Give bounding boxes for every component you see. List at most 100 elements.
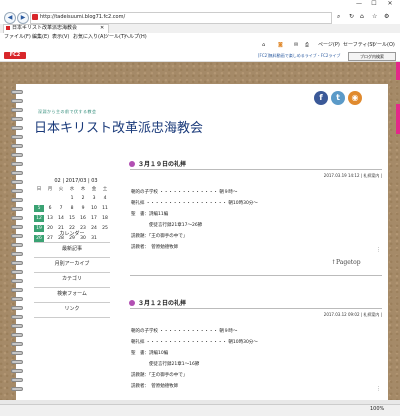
menu-favorites[interactable]: お気に入り(A) <box>73 33 105 41</box>
article-body-line: 説教者： 菅原勉德牧師 <box>131 245 179 250</box>
article-title[interactable]: ３月１２日の礼拝 <box>138 298 186 307</box>
calendar-day[interactable]: 17 <box>89 215 99 222</box>
binder-ring <box>11 207 23 211</box>
calendar-day[interactable]: 3 <box>89 195 99 202</box>
site-favicon <box>32 14 38 20</box>
calendar-day <box>56 195 66 202</box>
calendar-day[interactable]: 12 <box>34 215 44 222</box>
binder-ring <box>11 306 23 310</box>
tab-close-icon[interactable]: ✕ <box>100 25 104 31</box>
favorites-star-icon[interactable]: ☆ <box>372 13 377 20</box>
calendar-dow: 火 <box>58 187 64 192</box>
calendar-day[interactable]: 9 <box>78 205 88 212</box>
safety-menu[interactable]: セーフティ(S) <box>343 42 374 49</box>
binder-ring <box>11 225 23 229</box>
calendar-day[interactable]: 14 <box>56 215 66 222</box>
binder-ring <box>11 135 23 139</box>
calendar-day[interactable]: 1 <box>67 195 77 202</box>
binder-ring <box>11 333 23 337</box>
calendar-dow: 月 <box>47 187 53 192</box>
twitter-icon[interactable]: t <box>331 91 345 105</box>
article-body-line: 朝礼拝 ・・・・・・・・・・・・・・・・・・ 朝10時30分〜 <box>131 340 258 345</box>
article-body-line: 説教題：「王の御手の中で」 <box>131 234 188 239</box>
binder-ring <box>11 162 23 166</box>
calendar-day[interactable]: 18 <box>100 215 110 222</box>
calendar-day[interactable]: 4 <box>100 195 110 202</box>
rss-icon[interactable]: ◉ <box>348 91 362 105</box>
calendar-day[interactable]: 2 <box>78 195 88 202</box>
calendar-day[interactable]: 11 <box>100 205 110 212</box>
fc2-logo[interactable]: FC2 <box>4 52 26 59</box>
calendar-header[interactable]: 02 | 2017/03 | 03 <box>40 178 112 184</box>
tab-favicon <box>6 26 10 30</box>
article-edit-icon[interactable]: ⋮ <box>376 247 381 253</box>
article-body-line: 使徒言行録21章17〜26節 <box>131 223 203 228</box>
binder-ring <box>11 360 23 364</box>
binder-ring <box>11 288 23 292</box>
calendar-day[interactable]: 13 <box>45 215 55 222</box>
menu-file[interactable]: ファイル(F) <box>4 33 31 41</box>
back-button[interactable]: ◀ <box>4 12 16 24</box>
binder-ring <box>11 189 23 193</box>
refresh-icon[interactable]: ↻ <box>349 13 354 20</box>
sidebar-item[interactable]: カテゴリ <box>34 272 110 288</box>
sidebar-item[interactable]: リンク <box>34 302 110 318</box>
calendar-day[interactable]: 15 <box>67 215 77 222</box>
page-menu[interactable]: ページ(P) <box>318 42 340 49</box>
calendar-dow: 水 <box>69 187 75 192</box>
binder-ring <box>11 234 23 238</box>
pagetop-link[interactable]: ↑Pagetop <box>331 259 361 266</box>
minimize-button[interactable]: — <box>352 0 366 8</box>
feeds-icon[interactable]: ◙ <box>278 42 283 49</box>
menu-help[interactable]: ヘルプ(H) <box>124 33 147 41</box>
binder-ring <box>11 144 23 148</box>
zoom-level[interactable]: 100% <box>370 405 384 414</box>
facebook-icon[interactable]: f <box>314 91 328 105</box>
home-toolbar-icon[interactable]: ⌂ <box>262 42 265 49</box>
sidebar-item[interactable]: カレンダー <box>34 227 110 243</box>
article-body-line: 聖 書：詩編10編 <box>131 351 169 356</box>
side-tab-top[interactable] <box>396 62 400 80</box>
sidebar-item[interactable]: 最新記事 <box>34 242 110 258</box>
calendar-day[interactable]: 6 <box>45 205 55 212</box>
menu-edit[interactable]: 編集(E) <box>32 33 49 41</box>
blog-title[interactable]: 日本キリスト改革派忠海教会 <box>34 117 203 136</box>
tools-menu[interactable]: ツール(O) <box>372 42 395 49</box>
mail-icon[interactable]: ✉ <box>294 42 298 49</box>
binder-ring <box>11 252 23 256</box>
fc2-promo-link[interactable]: [FC2]無料動画で楽しめるライブ・FC2ライブ <box>258 53 340 59</box>
article-meta[interactable]: 2017.03.12 09:02 | 礼拝案内 | <box>292 312 382 318</box>
maximize-button[interactable]: ☐ <box>367 0 381 8</box>
calendar-day[interactable]: 8 <box>67 205 77 212</box>
calendar-week-row: 1234 <box>34 195 110 203</box>
binder-ring <box>11 315 23 319</box>
binder-ring <box>11 378 23 382</box>
search-icon[interactable]: ⌕ <box>337 13 340 21</box>
article-edit-icon[interactable]: ⋮ <box>376 386 381 392</box>
binder-ring <box>11 90 23 94</box>
calendar-day[interactable]: 10 <box>89 205 99 212</box>
menu-view[interactable]: 表示(V) <box>52 33 69 41</box>
article-title[interactable]: ３月１９日の礼拝 <box>138 159 186 168</box>
menu-tools[interactable]: ツール(T) <box>104 33 126 41</box>
home-icon[interactable]: ⌂ <box>360 13 364 20</box>
calendar-day[interactable]: 16 <box>78 215 88 222</box>
article-divider <box>130 308 382 309</box>
sidebar-item[interactable]: 検索フォーム <box>34 287 110 303</box>
calendar-day[interactable]: 7 <box>56 205 66 212</box>
binder-ring <box>11 243 23 247</box>
close-button[interactable]: ✕ <box>383 0 397 8</box>
side-tab-middle[interactable] <box>396 104 400 134</box>
status-bar <box>0 404 400 416</box>
sidebar-item[interactable]: 月別アーカイブ <box>34 257 110 273</box>
gear-icon[interactable]: ⚙ <box>384 13 389 20</box>
blog-search-button[interactable]: ブログ内検索 <box>348 52 396 61</box>
print-icon[interactable]: ⎙ <box>305 42 309 49</box>
binder-ring <box>11 99 23 103</box>
title-bar <box>0 0 400 8</box>
forward-button[interactable]: ▶ <box>17 12 29 24</box>
calendar-day[interactable]: 5 <box>34 205 44 212</box>
article-meta[interactable]: 2017.03.19 14:12 | 礼拝案内 | <box>292 173 382 179</box>
binder-ring <box>11 198 23 202</box>
article-body-line: 朝的の子学校 ・・・・・・・・・・・・・ 朝９時〜 <box>131 329 238 334</box>
